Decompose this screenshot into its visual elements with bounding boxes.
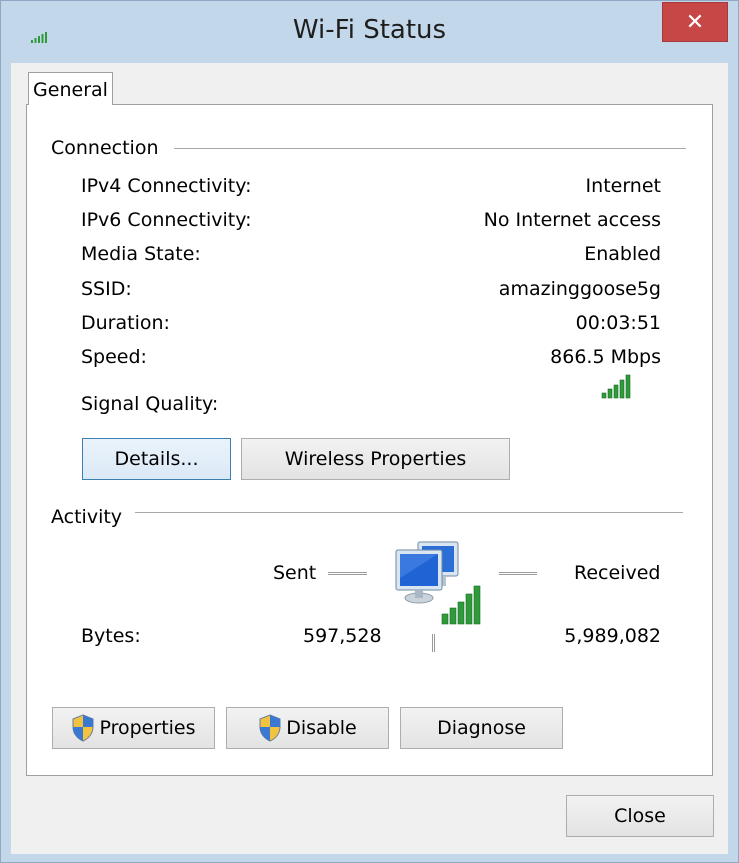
close-button[interactable]: Close [566, 795, 714, 837]
received-line [499, 572, 537, 575]
activity-vertical-line [432, 634, 435, 652]
wifi-status-window: Wi-Fi Status ✕ General Connection IPv4 C… [0, 0, 739, 863]
dialog-client: General Connection IPv4 Connectivity: In… [11, 63, 728, 854]
properties-button[interactable]: Properties [52, 707, 215, 749]
close-button-label: Close [614, 805, 666, 827]
wireless-properties-label: Wireless Properties [284, 448, 467, 470]
details-button[interactable]: Details... [82, 438, 231, 480]
signal-strength-icon [601, 374, 631, 399]
ssid-label: SSID: [81, 278, 132, 300]
ipv4-value: Internet [585, 175, 661, 197]
ipv6-value: No Internet access [483, 209, 661, 231]
media-state-label: Media State: [81, 243, 201, 265]
title-bar: Wi-Fi Status ✕ [1, 1, 738, 63]
duration-label: Duration: [81, 312, 170, 334]
ssid-value: amazinggoose5g [498, 278, 661, 300]
bytes-received-value: 5,989,082 [564, 625, 661, 647]
diagnose-button-label: Diagnose [437, 717, 526, 739]
signal-quality-label: Signal Quality: [81, 393, 219, 415]
sent-line [328, 572, 367, 575]
connection-divider [174, 148, 686, 149]
properties-button-label: Properties [99, 717, 196, 739]
ipv4-label: IPv4 Connectivity: [81, 175, 252, 197]
bytes-sent-value: 597,528 [303, 625, 382, 647]
activity-section-label: Activity [51, 506, 129, 528]
network-computers-icon [395, 541, 481, 625]
uac-shield-icon [72, 714, 94, 742]
sent-label: Sent [273, 562, 317, 584]
uac-shield-icon [259, 714, 281, 742]
received-label: Received [574, 562, 661, 584]
bytes-label: Bytes: [81, 625, 141, 647]
ipv6-label: IPv6 Connectivity: [81, 209, 252, 231]
diagnose-button[interactable]: Diagnose [400, 707, 563, 749]
disable-button-label: Disable [286, 717, 357, 739]
disable-button[interactable]: Disable [226, 707, 389, 749]
general-panel: Connection IPv4 Connectivity: Internet I… [26, 104, 713, 776]
media-state-value: Enabled [584, 243, 661, 265]
duration-value: 00:03:51 [575, 312, 661, 334]
details-button-label: Details... [114, 448, 199, 470]
speed-label: Speed: [81, 346, 147, 368]
tab-general[interactable]: General [28, 72, 113, 105]
wireless-properties-button[interactable]: Wireless Properties [241, 438, 510, 480]
activity-divider [135, 512, 683, 513]
close-icon: ✕ [685, 10, 705, 35]
speed-value: 866.5 Mbps [550, 346, 661, 368]
connection-section-label: Connection [51, 137, 165, 159]
window-close-button[interactable]: ✕ [662, 2, 728, 42]
window-title: Wi-Fi Status [292, 15, 447, 45]
